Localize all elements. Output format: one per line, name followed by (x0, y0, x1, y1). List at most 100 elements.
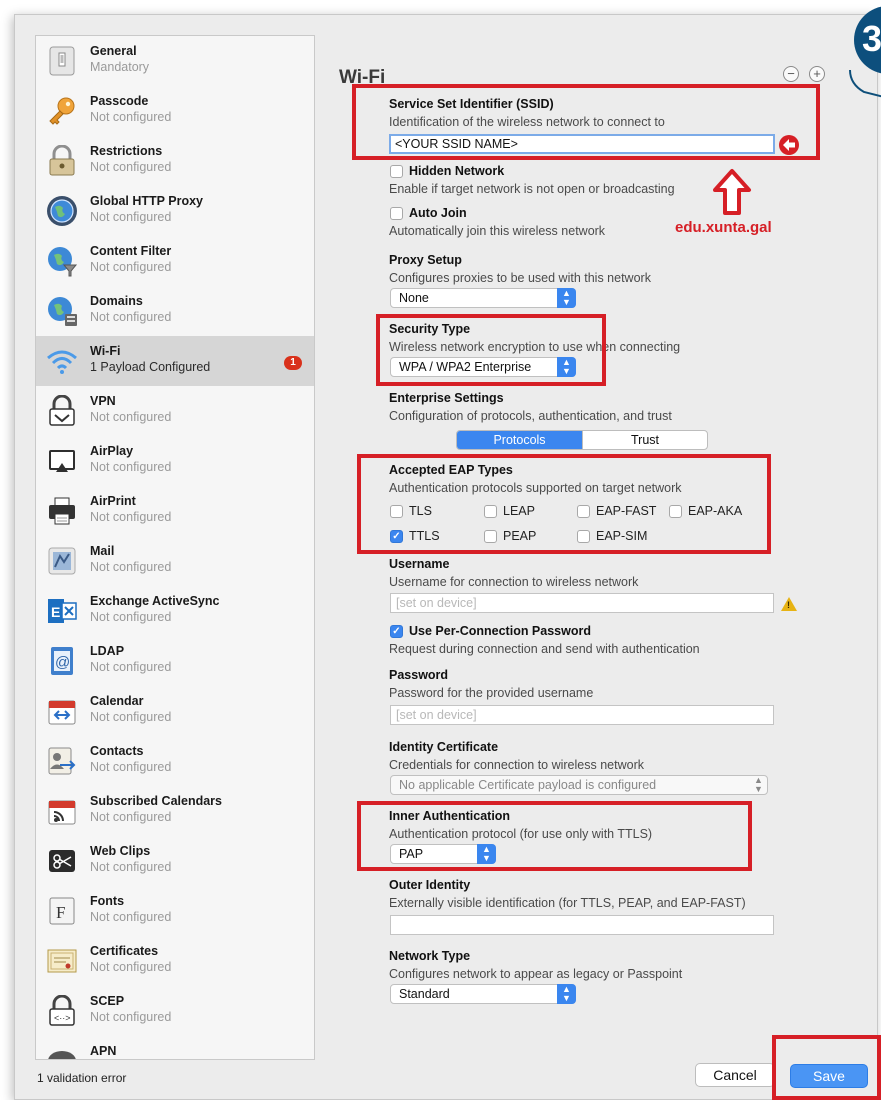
cancel-button[interactable]: Cancel (695, 1063, 775, 1087)
username-label: Username (389, 557, 450, 571)
outer-identity-input[interactable] (390, 915, 774, 935)
sidebar-item-vpn[interactable]: VPN Not configured (36, 386, 314, 436)
chevron-updown-icon: ▲ ▼ (557, 984, 576, 1004)
auto-join-checkbox[interactable] (390, 207, 403, 220)
sidebar-item-content-filter[interactable]: Content Filter Not configured (36, 236, 314, 286)
sidebar-item-ldap[interactable]: @ LDAP Not configured (36, 636, 314, 686)
password-description: Password for the provided username (389, 686, 594, 700)
outer-identity-description: Externally visible identification (for T… (389, 896, 746, 910)
sidebar-item-subtitle: Not configured (90, 310, 172, 324)
hidden-network-label: Hidden Network (409, 164, 505, 178)
identity-certificate-description: Credentials for connection to wireless n… (389, 758, 644, 772)
sidebar-item-title: LDAP (90, 644, 125, 658)
sidebar-item-web-clips[interactable]: Web Clips Not configured (36, 836, 314, 886)
key-icon (49, 97, 75, 125)
svg-text:@: @ (55, 654, 70, 671)
remove-payload-button[interactable]: − (783, 66, 799, 82)
warning-icon: ! (781, 597, 797, 611)
contacts-icon (48, 747, 76, 775)
sidebar-item-subtitle: 1 Payload Configured (90, 360, 211, 374)
sidebar-item-subtitle: Not configured (90, 760, 172, 774)
network-type-select[interactable]: Standard ▲ ▼ (390, 984, 576, 1004)
apn-icon (48, 1051, 76, 1059)
webclip-icon (49, 850, 75, 872)
svg-text:E: E (51, 604, 60, 620)
sidebar-item-calendar[interactable]: Calendar Not configured (36, 686, 314, 736)
lock-icon (49, 145, 75, 176)
step-number: 3 (862, 18, 881, 59)
sidebar-item-subtitle: Not configured (90, 660, 172, 674)
ldap-icon: @ (51, 647, 73, 675)
vpn-lock-icon (49, 395, 75, 426)
network-type-label: Network Type (389, 949, 471, 963)
sidebar-item-title: Calendar (90, 694, 144, 708)
globe-domain-icon (48, 297, 77, 326)
tab-protocols[interactable]: Protocols (457, 431, 582, 449)
sidebar-item-subtitle: Not configured (90, 210, 172, 224)
exchange-icon: E (48, 599, 77, 623)
auto-join-description: Automatically join this wireless network (389, 224, 606, 238)
add-payload-button[interactable]: + (809, 66, 825, 82)
sidebar-item-subtitle: Not configured (90, 860, 172, 874)
outer-identity-label: Outer Identity (389, 878, 471, 892)
sidebar-item-certificates[interactable]: Certificates Not configured (36, 936, 314, 986)
hidden-network-description: Enable if target network is not open or … (389, 182, 675, 196)
sidebar-item-subtitle: Not configured (90, 460, 172, 474)
general-icon (49, 46, 75, 76)
sidebar-item-subscribed-calendars[interactable]: Subscribed Calendars Not configured (36, 786, 314, 836)
sidebar-item-apn[interactable]: APN (36, 1036, 314, 1059)
sidebar-item-passcode[interactable]: Passcode Not configured (36, 86, 314, 136)
sidebar-item-title: General (90, 44, 137, 58)
sidebar-item-airprint[interactable]: AirPrint Not configured (36, 486, 314, 536)
per-connection-password-checkbox[interactable]: ✓ (390, 625, 403, 638)
sidebar-item-restrictions[interactable]: Restrictions Not configured (36, 136, 314, 186)
error-count-badge: 1 (284, 356, 302, 370)
proxy-setup-select[interactable]: None ▲ ▼ (390, 288, 576, 308)
password-input[interactable]: [set on device] (390, 705, 774, 725)
sidebar-item-scep[interactable]: <··> SCEP Not configured (36, 986, 314, 1036)
username-input[interactable]: [set on device] (390, 593, 774, 613)
sidebar-item-wifi[interactable]: Wi-Fi 1 Payload Configured 1 (36, 336, 314, 386)
chevron-updown-icon: ▲ ▼ (754, 775, 763, 794)
sidebar-item-subtitle: Not configured (90, 510, 172, 524)
identity-certificate-value: No applicable Certificate payload is con… (399, 778, 657, 792)
enterprise-tabs[interactable]: Protocols Trust (456, 430, 708, 450)
sidebar-item-subtitle: Not configured (90, 960, 172, 974)
sidebar-item-fonts[interactable]: F Fonts Not configured (36, 886, 314, 936)
sidebar-item-subtitle: Not configured (90, 110, 172, 124)
save-highlight-box (772, 1035, 881, 1100)
sidebar-item-subtitle: Not configured (90, 610, 172, 624)
svg-text:<··>: <··> (54, 1013, 71, 1023)
sidebar-item-domains[interactable]: Domains Not configured (36, 286, 314, 336)
tab-trust[interactable]: Trust (582, 431, 707, 449)
sidebar-item-title: AirPlay (90, 444, 134, 458)
sidebar-item-exchange-activesync[interactable]: E Exchange ActiveSync Not configured (36, 586, 314, 636)
payload-sidebar[interactable]: General Mandatory Passcode Not configure… (35, 35, 315, 1060)
sidebar-item-subtitle: Not configured (90, 910, 172, 924)
subscribed-calendar-icon (48, 800, 76, 825)
font-icon: F (49, 897, 75, 925)
sidebar-item-title: SCEP (90, 994, 125, 1008)
eap-types-highlight-box (357, 454, 771, 554)
sidebar-item-title: Passcode (90, 94, 149, 108)
sidebar-item-global-http-proxy[interactable]: Global HTTP Proxy Not configured (36, 186, 314, 236)
proxy-setup-label: Proxy Setup (389, 253, 462, 267)
sidebar-item-title: Web Clips (90, 844, 151, 858)
enterprise-settings-description: Configuration of protocols, authenticati… (389, 409, 672, 423)
globe-icon (47, 196, 77, 226)
sidebar-item-general[interactable]: General Mandatory (36, 36, 314, 86)
per-connection-password-description: Request during connection and send with … (389, 642, 700, 656)
security-type-highlight-box (376, 314, 606, 386)
sidebar-item-title: Restrictions (90, 144, 163, 158)
username-description: Username for connection to wireless netw… (389, 575, 639, 589)
identity-certificate-select[interactable]: No applicable Certificate payload is con… (390, 775, 768, 795)
sidebar-item-mail[interactable]: Mail Not configured (36, 536, 314, 586)
printer-icon (49, 497, 75, 525)
sidebar-item-contacts[interactable]: Contacts Not configured (36, 736, 314, 786)
sidebar-item-title: Exchange ActiveSync (90, 594, 220, 608)
network-type-value: Standard (399, 987, 450, 1001)
proxy-setup-description: Configures proxies to be used with this … (389, 271, 651, 285)
hidden-network-checkbox[interactable] (390, 165, 403, 178)
sidebar-item-title: Content Filter (90, 244, 172, 258)
sidebar-item-airplay[interactable]: AirPlay Not configured (36, 436, 314, 486)
